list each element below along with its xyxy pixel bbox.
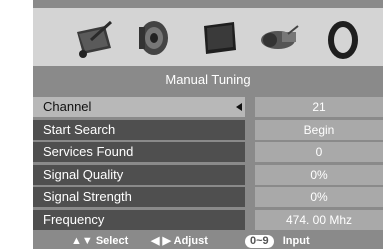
key-hints: ▲▼ Select ◀ ▶ Adjust 0~9 Input	[33, 233, 383, 249]
menu-icon-bar	[33, 8, 383, 66]
adjust-hint-label: Adjust	[173, 235, 208, 247]
services-found-label: Services Found	[33, 142, 245, 163]
menu-row-signal-quality: Signal Quality 0%	[33, 164, 383, 187]
menu-row-start-search[interactable]: Start Search Begin	[33, 119, 383, 142]
select-hint-label: Select	[95, 235, 129, 247]
osd-panel: Manual Tuning Channel 21 Start Search Be…	[33, 0, 383, 249]
frequency-value: 474. 00 Mhz	[255, 209, 383, 230]
sound-icon[interactable]	[133, 17, 175, 59]
tuning-icon[interactable]	[258, 18, 300, 60]
input-hint-label: Input	[282, 235, 310, 247]
signal-quality-value: 0%	[255, 164, 383, 185]
signal-strength-value: 0%	[255, 187, 383, 208]
channel-value[interactable]: 21	[255, 97, 383, 117]
left-arrow-icon[interactable]	[236, 103, 242, 111]
left-right-arrow-icon: ◀ ▶	[151, 235, 171, 247]
start-search-value[interactable]: Begin	[255, 119, 383, 140]
menu-row-signal-strength: Signal Strength 0%	[33, 186, 383, 209]
frequency-label: Frequency	[33, 209, 245, 230]
tuning-menu: Channel 21 Start Search Begin Services F…	[33, 96, 383, 232]
input-hint: 0~9 Input	[245, 233, 310, 249]
menu-row-channel[interactable]: Channel 21	[33, 96, 383, 119]
picture-icon[interactable]	[73, 18, 115, 60]
adjust-hint: ◀ ▶ Adjust	[151, 233, 208, 249]
menu-row-frequency: Frequency 474. 00 Mhz	[33, 209, 383, 232]
tv-icon[interactable]	[198, 18, 240, 60]
menu-row-services-found: Services Found 0	[33, 141, 383, 164]
signal-strength-label: Signal Strength	[33, 187, 245, 208]
menu-title: Manual Tuning	[165, 72, 251, 87]
signal-quality-label: Signal Quality	[33, 164, 245, 185]
setup-ring-icon[interactable]	[323, 20, 365, 62]
select-hint: ▲▼ Select	[71, 233, 128, 249]
services-found-value: 0	[255, 142, 383, 163]
up-down-arrow-icon: ▲▼	[71, 235, 93, 247]
start-search-label: Start Search	[33, 119, 245, 140]
number-key-badge: 0~9	[245, 235, 274, 248]
channel-label: Channel	[33, 97, 245, 117]
